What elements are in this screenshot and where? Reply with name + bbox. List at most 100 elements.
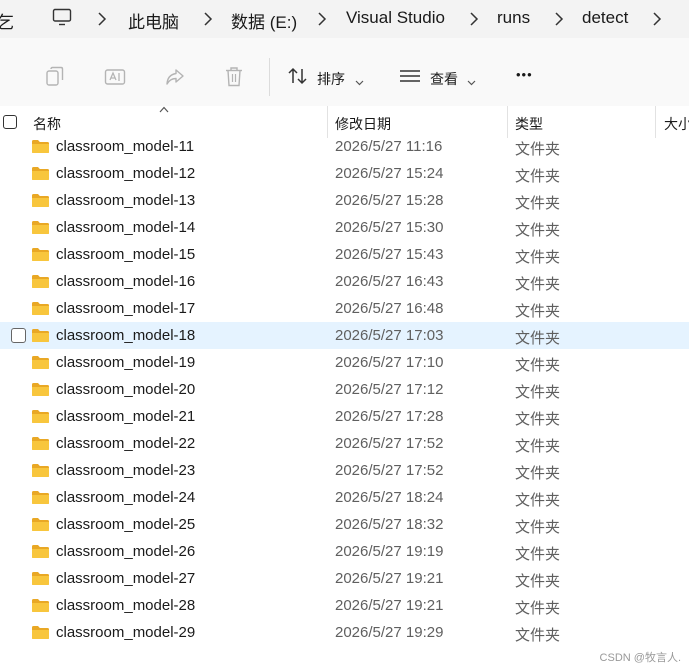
- address-bar[interactable]: 乞 此电脑 数据 (E:) Visual Studio runs detect: [0, 0, 689, 38]
- file-type: 文件夹: [515, 573, 561, 590]
- sort-ascending-caret-icon: [159, 100, 169, 118]
- rename-icon[interactable]: [104, 66, 126, 93]
- modified-date: 2026/5/27 17:10: [335, 354, 444, 371]
- file-list: classroom_model-11 2026/5/27 11:16 文件夹 clas…: [0, 133, 689, 646]
- folder-icon: [31, 598, 50, 618]
- chevron-right-icon[interactable]: [554, 12, 564, 31]
- row-checkbox[interactable]: [11, 328, 26, 343]
- file-row[interactable]: classroom_model-26 2026/5/27 19:19 文件夹: [0, 538, 689, 565]
- file-type: 文件夹: [515, 276, 561, 293]
- folder-icon: [31, 355, 50, 375]
- file-name[interactable]: classroom_model-25: [56, 516, 195, 533]
- chevron-right-icon[interactable]: [469, 12, 479, 31]
- file-row[interactable]: classroom_model-25 2026/5/27 18:32 文件夹: [0, 511, 689, 538]
- column-header-date[interactable]: 修改日期: [335, 114, 391, 134]
- file-row[interactable]: classroom_model-19 2026/5/27 17:10 文件夹: [0, 349, 689, 376]
- folder-icon: [31, 463, 50, 483]
- view-button[interactable]: 查看: [430, 69, 458, 89]
- file-row[interactable]: classroom_model-13 2026/5/27 15:28 文件夹: [0, 187, 689, 214]
- breadcrumb-left-fragment: 乞: [0, 13, 14, 32]
- this-pc-icon[interactable]: [52, 7, 72, 32]
- file-name[interactable]: classroom_model-29: [56, 624, 195, 641]
- select-all-checkbox[interactable]: [3, 115, 17, 129]
- file-type: 文件夹: [515, 330, 561, 347]
- modified-date: 2026/5/27 17:52: [335, 462, 444, 479]
- file-name[interactable]: classroom_model-14: [56, 219, 195, 236]
- file-row[interactable]: classroom_model-24 2026/5/27 18:24 文件夹: [0, 484, 689, 511]
- folder-icon: [31, 220, 50, 240]
- share-icon[interactable]: [164, 66, 186, 93]
- file-name[interactable]: classroom_model-24: [56, 489, 195, 506]
- breadcrumb-detect[interactable]: detect: [582, 8, 628, 28]
- chevron-down-icon[interactable]: [467, 73, 476, 91]
- file-row[interactable]: classroom_model-23 2026/5/27 17:52 文件夹: [0, 457, 689, 484]
- file-name[interactable]: classroom_model-15: [56, 246, 195, 263]
- chevron-right-icon[interactable]: [317, 12, 327, 31]
- file-row[interactable]: classroom_model-16 2026/5/27 16:43 文件夹: [0, 268, 689, 295]
- file-type: 文件夹: [515, 519, 561, 536]
- file-name[interactable]: classroom_model-23: [56, 462, 195, 479]
- file-row[interactable]: classroom_model-11 2026/5/27 11:16 文件夹: [0, 133, 689, 160]
- file-name[interactable]: classroom_model-19: [56, 354, 195, 371]
- file-name[interactable]: classroom_model-28: [56, 597, 195, 614]
- file-row[interactable]: classroom_model-12 2026/5/27 15:24 文件夹: [0, 160, 689, 187]
- folder-icon: [31, 436, 50, 456]
- breadcrumb-runs[interactable]: runs: [497, 8, 530, 28]
- file-row[interactable]: classroom_model-14 2026/5/27 15:30 文件夹: [0, 214, 689, 241]
- breadcrumb-this-pc[interactable]: 此电脑: [128, 8, 179, 33]
- modified-date: 2026/5/27 11:16: [335, 138, 443, 155]
- delete-icon[interactable]: [224, 66, 244, 93]
- file-row[interactable]: classroom_model-15 2026/5/27 15:43 文件夹: [0, 241, 689, 268]
- folder-icon: [31, 301, 50, 321]
- chevron-right-icon[interactable]: [203, 12, 213, 31]
- file-name[interactable]: classroom_model-21: [56, 408, 195, 425]
- modified-date: 2026/5/27 19:29: [335, 624, 444, 641]
- file-type: 文件夹: [515, 303, 561, 320]
- copy-icon[interactable]: [45, 66, 65, 93]
- file-name[interactable]: classroom_model-27: [56, 570, 195, 587]
- breadcrumb-drive-e[interactable]: 数据 (E:): [231, 8, 297, 33]
- chevron-down-icon[interactable]: [355, 73, 364, 91]
- modified-date: 2026/5/27 18:32: [335, 516, 444, 533]
- column-header-type[interactable]: 类型: [515, 114, 543, 134]
- file-name[interactable]: classroom_model-13: [56, 192, 195, 209]
- folder-icon: [31, 193, 50, 213]
- file-name[interactable]: classroom_model-20: [56, 381, 195, 398]
- breadcrumb-visual-studio[interactable]: Visual Studio: [346, 8, 445, 28]
- see-more-button[interactable]: •••: [516, 67, 533, 82]
- file-type: 文件夹: [515, 600, 561, 617]
- file-row[interactable]: classroom_model-20 2026/5/27 17:12 文件夹: [0, 376, 689, 403]
- folder-icon: [31, 571, 50, 591]
- file-type: 文件夹: [515, 411, 561, 428]
- file-name[interactable]: classroom_model-22: [56, 435, 195, 452]
- file-name[interactable]: classroom_model-12: [56, 165, 195, 182]
- sort-icon[interactable]: [287, 66, 309, 91]
- file-row[interactable]: classroom_model-21 2026/5/27 17:28 文件夹: [0, 403, 689, 430]
- file-name[interactable]: classroom_model-17: [56, 300, 195, 317]
- file-row[interactable]: classroom_model-27 2026/5/27 19:21 文件夹: [0, 565, 689, 592]
- column-header-size[interactable]: 大小: [664, 114, 689, 134]
- file-type: 文件夹: [515, 546, 561, 563]
- file-name[interactable]: classroom_model-18: [56, 327, 195, 344]
- cut-icon[interactable]: [0, 66, 6, 91]
- file-row[interactable]: classroom_model-17 2026/5/27 16:48 文件夹: [0, 295, 689, 322]
- chevron-right-icon[interactable]: [652, 12, 662, 31]
- column-header-name[interactable]: 名称: [33, 114, 61, 134]
- sort-button[interactable]: 排序: [317, 69, 345, 89]
- modified-date: 2026/5/27 17:03: [335, 327, 444, 344]
- modified-date: 2026/5/27 16:43: [335, 273, 444, 290]
- modified-date: 2026/5/27 17:52: [335, 435, 444, 452]
- file-row[interactable]: classroom_model-29 2026/5/27 19:29 文件夹: [0, 619, 689, 646]
- file-type: 文件夹: [515, 357, 561, 374]
- folder-icon: [31, 625, 50, 645]
- file-row[interactable]: classroom_model-22 2026/5/27 17:52 文件夹: [0, 430, 689, 457]
- file-name[interactable]: classroom_model-26: [56, 543, 195, 560]
- file-name[interactable]: classroom_model-16: [56, 273, 195, 290]
- file-name[interactable]: classroom_model-11: [56, 138, 194, 155]
- chevron-right-icon[interactable]: [97, 12, 107, 31]
- file-row[interactable]: classroom_model-18 2026/5/27 17:03 文件夹: [0, 322, 689, 349]
- view-icon[interactable]: [399, 69, 421, 88]
- modified-date: 2026/5/27 19:21: [335, 570, 444, 587]
- file-row[interactable]: classroom_model-28 2026/5/27 19:21 文件夹: [0, 592, 689, 619]
- folder-icon: [31, 544, 50, 564]
